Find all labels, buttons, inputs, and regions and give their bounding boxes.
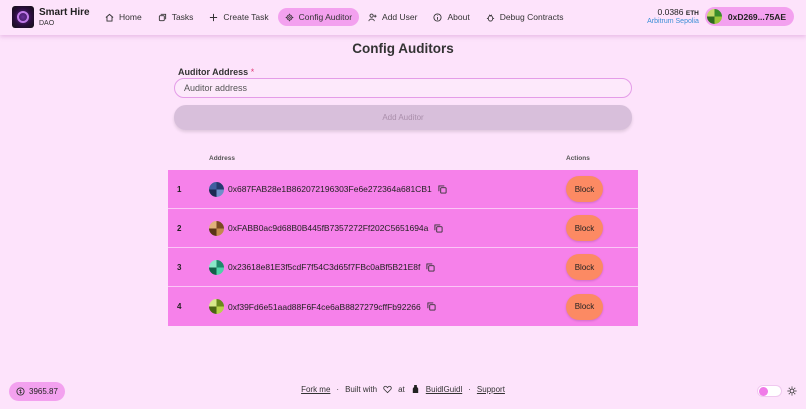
- footer-separator: ·: [336, 384, 340, 394]
- support-link[interactable]: Support: [477, 385, 505, 394]
- block-button[interactable]: Block: [566, 176, 603, 202]
- at-text: at: [398, 384, 405, 394]
- address-cell: 0xFABB0ac9d68B0B445fB7357272Ff202C565169…: [209, 220, 443, 236]
- row-index: 1: [177, 184, 182, 194]
- address-avatar: [209, 259, 224, 275]
- balance-amount: 0.0386: [657, 6, 684, 17]
- add-auditor-button[interactable]: Add Auditor: [174, 105, 632, 130]
- table-header-address: Address: [209, 155, 236, 162]
- account-address: 0xD269...75AE: [727, 11, 786, 22]
- address-cell: 0x23618e81E3f5cdF7f54C3d65f7FBc0aBf5B21E…: [209, 259, 435, 275]
- auditor-address[interactable]: 0xFABB0ac9d68B0B445fB7357272Ff202C565169…: [228, 223, 428, 233]
- address-avatar: [209, 299, 224, 314]
- nav-tasks-label: Tasks: [171, 12, 194, 22]
- nav-create-task-label: Create Task: [223, 12, 269, 22]
- block-button[interactable]: Block: [566, 254, 603, 280]
- block-button[interactable]: Block: [566, 293, 603, 320]
- app-logo[interactable]: [12, 6, 34, 28]
- auditor-address-label: Auditor Address *: [178, 67, 254, 77]
- wallet-area: 0.0386 ETH Arbitrum Sepolia 0xD269...75A…: [647, 7, 794, 26]
- copy-icon[interactable]: [438, 184, 447, 194]
- brand-subtitle: DAO: [39, 20, 55, 27]
- auditor-address-label-text: Auditor Address: [178, 67, 249, 77]
- footer-links: Fork me · Built with at BuidlGuidl · Sup…: [0, 384, 806, 394]
- account-avatar: [706, 9, 722, 24]
- nav-tasks[interactable]: Tasks: [151, 8, 201, 26]
- nav-create-task[interactable]: Create Task: [202, 8, 275, 26]
- brand-title: Smart Hire: [39, 7, 90, 18]
- nav-add-user-label: Add User: [382, 12, 418, 22]
- fork-me-link[interactable]: Fork me: [301, 385, 330, 394]
- buidlguidl-link[interactable]: BuidlGuidl: [426, 385, 462, 394]
- address-avatar: [209, 220, 224, 236]
- required-mark: *: [250, 67, 255, 77]
- built-with-text: Built with: [345, 384, 378, 394]
- plus-icon: [210, 13, 218, 21]
- row-index: 2: [177, 223, 182, 233]
- address-cell: 0x687FAB28e1B862072196303Fe6e272364a681C…: [209, 181, 447, 197]
- wallet-balance: 0.0386 ETH Arbitrum Sepolia: [647, 6, 699, 25]
- heart-icon: [383, 385, 392, 393]
- address-avatar: [209, 181, 224, 197]
- copy-icon[interactable]: [434, 223, 443, 233]
- table-header-actions: Actions: [566, 155, 590, 162]
- network-name: Arbitrum Sepolia: [647, 17, 699, 25]
- nav-about[interactable]: About: [426, 8, 476, 26]
- footer-separator: ·: [468, 384, 471, 394]
- copy-icon[interactable]: [427, 302, 436, 311]
- page-title: Config Auditors: [352, 41, 454, 56]
- brand[interactable]: Smart Hire DAO: [39, 7, 90, 28]
- nav-debug-contracts[interactable]: Debug Contracts: [479, 8, 571, 26]
- nav-add-user[interactable]: Add User: [361, 8, 424, 26]
- info-icon: [433, 12, 443, 22]
- castle-icon: [412, 384, 418, 394]
- bug-icon: [486, 13, 494, 22]
- main-nav: Home Tasks Create Task Config Auditor Ad…: [98, 8, 570, 26]
- row-index: 4: [177, 302, 182, 311]
- nav-home[interactable]: Home: [98, 8, 149, 26]
- table-row: 4 0xf39Fd6e51aad88F6F4ce6aB8827279cffFb9…: [168, 287, 638, 326]
- auditors-table: 1 0x687FAB28e1B862072196303Fe6e272364a68…: [168, 170, 638, 326]
- auditor-address-input[interactable]: [174, 78, 632, 98]
- block-button[interactable]: Block: [566, 215, 603, 241]
- auditor-address[interactable]: 0x23618e81E3f5cdF7f54C3d65f7FBc0aBf5B21E…: [228, 262, 420, 272]
- account-button[interactable]: 0xD269...75AE: [704, 7, 794, 26]
- nav-about-label: About: [447, 12, 470, 22]
- app-header: Smart Hire DAO Home Tasks Create Task Co…: [0, 0, 806, 35]
- table-row: 2 0xFABB0ac9d68B0B445fB7357272Ff202C5651…: [168, 209, 638, 248]
- address-cell: 0xf39Fd6e51aad88F6F4ce6aB8827279cffFb922…: [209, 299, 436, 314]
- gear-icon: [285, 13, 293, 21]
- nav-config-auditor-label: Config Auditor: [298, 12, 353, 22]
- table-row: 3 0x23618e81E3f5cdF7f54C3d65f7FBc0aBf5B2…: [168, 248, 638, 287]
- theme-toggle[interactable]: [757, 385, 782, 397]
- auditor-address[interactable]: 0x687FAB28e1B862072196303Fe6e272364a681C…: [228, 184, 432, 194]
- balance-symbol: ETH: [685, 9, 699, 17]
- copy-icon[interactable]: [426, 262, 435, 272]
- home-icon: [105, 13, 114, 22]
- nav-home-label: Home: [119, 12, 142, 22]
- sun-icon: [787, 386, 797, 396]
- nav-config-auditor[interactable]: Config Auditor: [277, 8, 360, 26]
- auditor-address[interactable]: 0xf39Fd6e51aad88F6F4ce6aB8827279cffFb922…: [228, 302, 421, 312]
- tasks-icon: [158, 13, 166, 21]
- nav-debug-contracts-label: Debug Contracts: [499, 12, 564, 22]
- add-user-icon: [368, 13, 377, 21]
- table-row: 1 0x687FAB28e1B862072196303Fe6e272364a68…: [168, 170, 638, 209]
- row-index: 3: [177, 262, 182, 272]
